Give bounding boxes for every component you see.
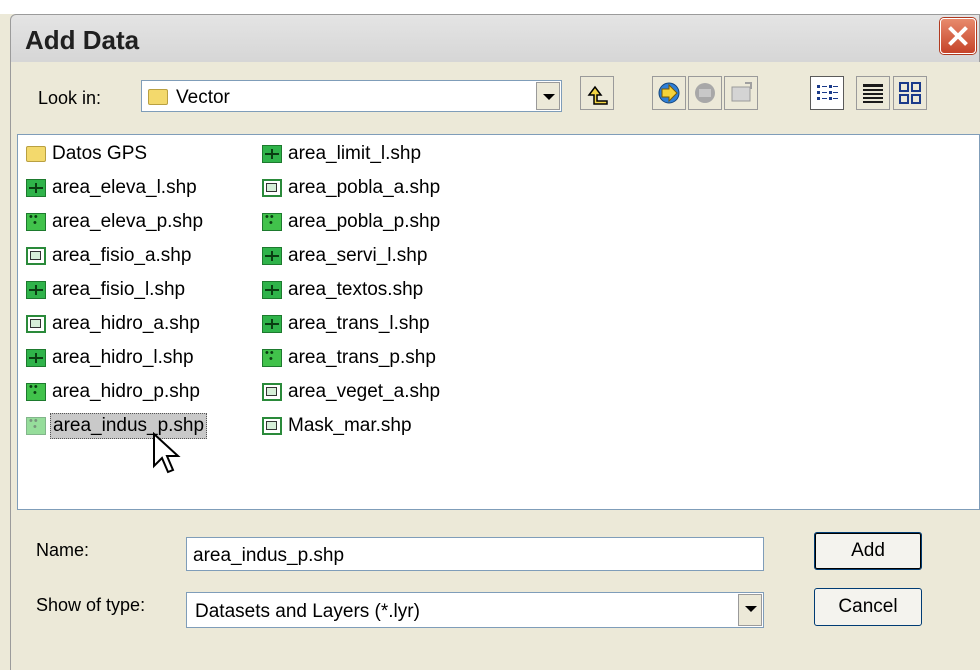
file-item[interactable]: area_eleva_p.shp: [26, 207, 205, 237]
connect-to-folder-icon: [658, 82, 680, 104]
point-shapefile-icon: [26, 211, 46, 231]
name-input[interactable]: area_indus_p.shp: [186, 537, 764, 571]
connect-to-folder-button[interactable]: [652, 76, 686, 110]
line-shapefile-icon: [262, 315, 282, 333]
details-view-icon: [863, 84, 883, 103]
file-item-label: area_fisio_l.shp: [52, 279, 186, 300]
line-shapefile-icon: [26, 349, 46, 367]
file-item-label: area_limit_l.shp: [288, 143, 422, 164]
file-item-label: area_trans_l.shp: [288, 313, 430, 334]
up-one-level-button[interactable]: [580, 76, 614, 110]
add-data-dialog: Add Data Look in: Vector Datos GPS area_…: [0, 0, 980, 670]
file-item[interactable]: area_limit_l.shp: [262, 139, 423, 169]
file-item[interactable]: area_hidro_l.shp: [26, 343, 196, 373]
file-item[interactable]: area_trans_l.shp: [262, 309, 432, 339]
polygon-shapefile-icon: [262, 417, 282, 435]
window-title: Add Data: [25, 25, 140, 55]
lookin-dropdown[interactable]: Vector: [141, 80, 562, 112]
details-view-button[interactable]: [856, 76, 890, 110]
file-item[interactable]: Mask_mar.shp: [262, 411, 414, 441]
file-item[interactable]: area_pobla_p.shp: [262, 207, 442, 237]
file-item-label: area_pobla_a.shp: [288, 177, 441, 198]
list-view-button[interactable]: [810, 76, 844, 110]
point-shapefile-icon: [26, 415, 46, 435]
thumbnails-view-icon: [899, 82, 921, 104]
lookin-label: Look in:: [38, 88, 102, 108]
file-item[interactable]: area_fisio_a.shp: [26, 241, 193, 271]
up-one-level-icon: [587, 85, 608, 105]
file-item[interactable]: area_trans_p.shp: [262, 343, 438, 373]
add-button[interactable]: Add: [814, 532, 922, 570]
type-dropdown[interactable]: Datasets and Layers (*.lyr): [186, 592, 764, 628]
cancel-button[interactable]: Cancel: [814, 588, 922, 626]
lookin-value: Vector: [176, 87, 230, 108]
line-shapefile-icon: [262, 145, 282, 163]
polygon-shapefile-icon: [26, 315, 46, 333]
file-item[interactable]: area_textos.shp: [262, 275, 425, 305]
file-item[interactable]: area_fisio_l.shp: [26, 275, 187, 305]
file-item[interactable]: area_hidro_p.shp: [26, 377, 202, 407]
file-item-label: area_hidro_l.shp: [52, 347, 194, 368]
catalog-button[interactable]: [724, 76, 758, 110]
point-shapefile-icon: [262, 347, 282, 367]
thumbnails-view-button[interactable]: [893, 76, 927, 110]
file-item-label: area_textos.shp: [288, 279, 424, 300]
file-item[interactable]: area_veget_a.shp: [262, 377, 442, 407]
file-item-label: Datos GPS: [52, 143, 148, 164]
polygon-shapefile-icon: [262, 383, 282, 401]
file-item-label: area_hidro_p.shp: [52, 381, 200, 402]
file-item-label: area_trans_p.shp: [288, 347, 436, 368]
file-item-label: area_eleva_p.shp: [52, 211, 204, 232]
file-item-label: area_fisio_a.shp: [52, 245, 192, 266]
file-item[interactable]: area_hidro_a.shp: [26, 309, 202, 339]
chevron-down-icon[interactable]: [536, 82, 560, 110]
folder-icon: [26, 146, 46, 162]
file-item[interactable]: Datos GPS: [26, 139, 149, 169]
file-item-label: area_servi_l.shp: [288, 245, 428, 266]
close-icon[interactable]: [940, 18, 976, 54]
file-item-label: area_eleva_l.shp: [52, 177, 197, 198]
catalog-icon: [731, 82, 752, 102]
polygon-shapefile-icon: [26, 247, 46, 265]
title-strip: [0, 0, 980, 14]
mouse-cursor-icon: [153, 432, 181, 474]
line-shapefile-icon: [26, 281, 46, 299]
list-view-icon: [817, 85, 838, 100]
line-shapefile-icon: [262, 281, 282, 299]
polygon-shapefile-icon: [262, 179, 282, 197]
point-shapefile-icon: [26, 381, 46, 401]
chevron-down-icon[interactable]: [738, 594, 762, 626]
name-input-value: area_indus_p.shp: [193, 545, 345, 566]
disconnect-folder-icon: [695, 83, 715, 103]
name-label: Name:: [36, 540, 90, 560]
type-dropdown-value: Datasets and Layers (*.lyr): [195, 601, 420, 622]
title-bar[interactable]: Add Data: [10, 14, 980, 62]
file-item-label: area_veget_a.shp: [288, 381, 441, 402]
file-item-label: area_pobla_p.shp: [288, 211, 441, 232]
folder-icon: [148, 89, 168, 105]
file-item-label: area_hidro_a.shp: [52, 313, 200, 334]
file-item[interactable]: area_servi_l.shp: [262, 241, 429, 271]
file-item[interactable]: area_pobla_a.shp: [262, 173, 442, 203]
type-label: Show of type:: [36, 595, 146, 615]
line-shapefile-icon: [26, 179, 46, 197]
point-shapefile-icon: [262, 211, 282, 231]
disconnect-folder-button[interactable]: [688, 76, 722, 110]
line-shapefile-icon: [262, 247, 282, 265]
file-item[interactable]: area_eleva_l.shp: [26, 173, 199, 203]
file-item-label: Mask_mar.shp: [288, 415, 412, 436]
